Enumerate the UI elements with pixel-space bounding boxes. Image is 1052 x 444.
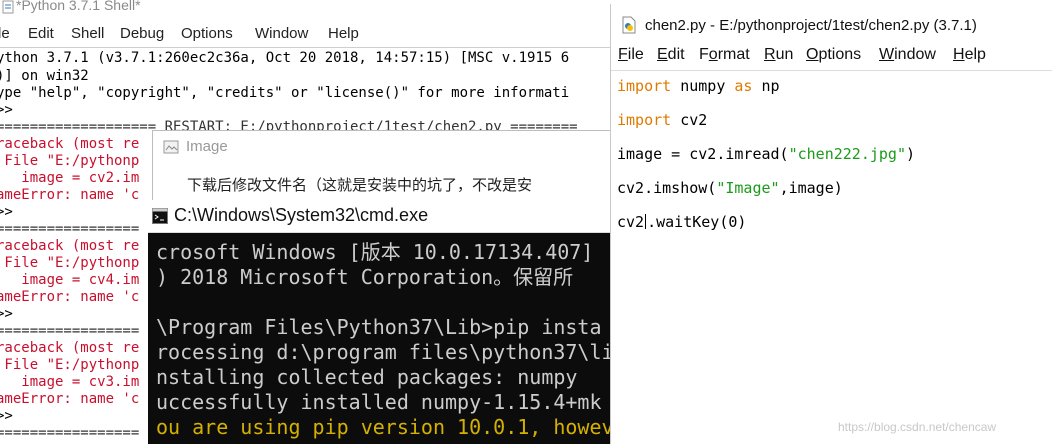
python-shell-icon [2,0,14,19]
shell-output-line: File "E:/pythonp [0,255,140,271]
cmd-icon [152,208,168,229]
cmd-output-line: \Program Files\Python37\Lib>pip insta [156,315,602,339]
editor-titlebar[interactable]: chen2.py - E:/pythonproject/1test/chen2.… [611,4,1052,40]
shell-output-line: ameError: name 'c [0,187,140,203]
cmd-output-line: uccessfully installed numpy-1.15.4+mk [156,390,602,414]
shell-output-line: ython 3.7.1 (v3.7.1:260ec2c36a, Oct 20 2… [0,50,570,66]
shell-menu-debug[interactable]: Debug [120,25,164,42]
cmd-output-line: ) 2018 Microsoft Corporation。保留所 [156,265,574,289]
editor-menu-window[interactable]: Window [879,46,936,64]
code-line-5: cv2 .waitKey(0) [617,213,747,231]
cmd-output-line: nstalling collected packages: numpy [156,365,578,389]
shell-menu-divider [0,47,612,48]
shell-output-line: >> [0,408,13,424]
shell-output-line: >> [0,102,13,118]
shell-title: *Python 3.7.1 Shell* [16,0,141,13]
shell-output-line: ameError: name 'c [0,289,140,305]
shell-menu-edit[interactable]: Edit [28,25,54,42]
shell-menu-help[interactable]: Help [328,25,359,42]
shell-titlebar[interactable]: *Python 3.7.1 Shell* [0,0,612,20]
shell-output-line: image = cv4.im [0,272,140,288]
editor-menu-edit[interactable]: Edit [657,46,685,64]
shell-output-line: ameError: name 'c [0,391,140,407]
editor-menu-help[interactable]: Help [953,46,986,64]
shell-output-line: File "E:/pythonp [0,357,140,373]
cmd-titlebar[interactable]: C:\Windows\System32\cmd.exe [148,200,610,233]
watermark: https://blog.csdn.net/chencaw [838,420,997,434]
shell-menu-window[interactable]: Window [255,25,308,42]
python-file-icon [621,16,637,39]
shell-output-line: raceback (most re [0,136,140,152]
shell-menu-file[interactable]: le [0,25,10,42]
editor-title: chen2.py - E:/pythonproject/1test/chen2.… [645,17,977,34]
code-editor[interactable]: import numpy as np import cv2 image = cv… [611,70,1052,444]
shell-output-line: ype "help", "copyright", "credits" or "l… [0,85,570,101]
image-window-title: Image [186,138,228,155]
image-window-titlebar[interactable]: Image [153,131,611,163]
shell-output-line: File "E:/pythonp [0,153,140,169]
code-line-4: cv2.imshow("Image",image) [617,179,843,197]
shell-output-line: >> [0,204,13,220]
shell-menu-shell[interactable]: Shell [71,25,104,42]
shell-output-line: ================= [0,323,140,339]
shell-output-line: >> [0,306,13,322]
shell-output-line: image = cv3.im [0,374,140,390]
editor-menu-options[interactable]: Options [806,46,861,64]
shell-menubar: le Edit Shell Debug Options Window Help [0,25,612,47]
shell-output-line: raceback (most re [0,238,140,254]
shell-output-line: )] on win32 [0,68,89,84]
code-line-3: image = cv2.imread("chen222.jpg") [617,145,916,163]
editor-menu-run[interactable]: Run [764,46,793,64]
shell-output-line: ================= [0,221,140,237]
shell-output-line: ================= [0,425,140,441]
cmd-output-line: crosoft Windows [版本 10.0.17134.407] [156,240,594,264]
text-caret [645,214,647,229]
image-window-icon [163,140,179,159]
image-window-content-text: 下载后修改文件名（这就是安装中的坑了，不改是安 [187,177,533,194]
editor-menu-file[interactable]: File [618,46,644,64]
cmd-title: C:\Windows\System32\cmd.exe [174,205,429,225]
image-window: Image 下载后修改文件名（这就是安装中的坑了，不改是安 [152,130,612,210]
editor-menu-format[interactable]: Format [699,46,750,64]
shell-output-line: raceback (most re [0,340,140,356]
editor-window: chen2.py - E:/pythonproject/1test/chen2.… [610,4,1052,444]
cmd-output-line: ou are using pip version 10.0.1, howev [156,415,610,439]
shell-output-line: image = cv2.im [0,170,140,186]
code-line-2: import cv2 [617,111,708,129]
cmd-output-line: rocessing d:\program files\python37\li [156,340,610,364]
editor-menubar: File Edit Format Run Options Window Help [611,46,1052,70]
cmd-window: C:\Windows\System32\cmd.exe crosoft Wind… [148,200,610,444]
shell-menu-options[interactable]: Options [181,25,233,42]
code-line-1: import numpy as np [617,77,780,95]
